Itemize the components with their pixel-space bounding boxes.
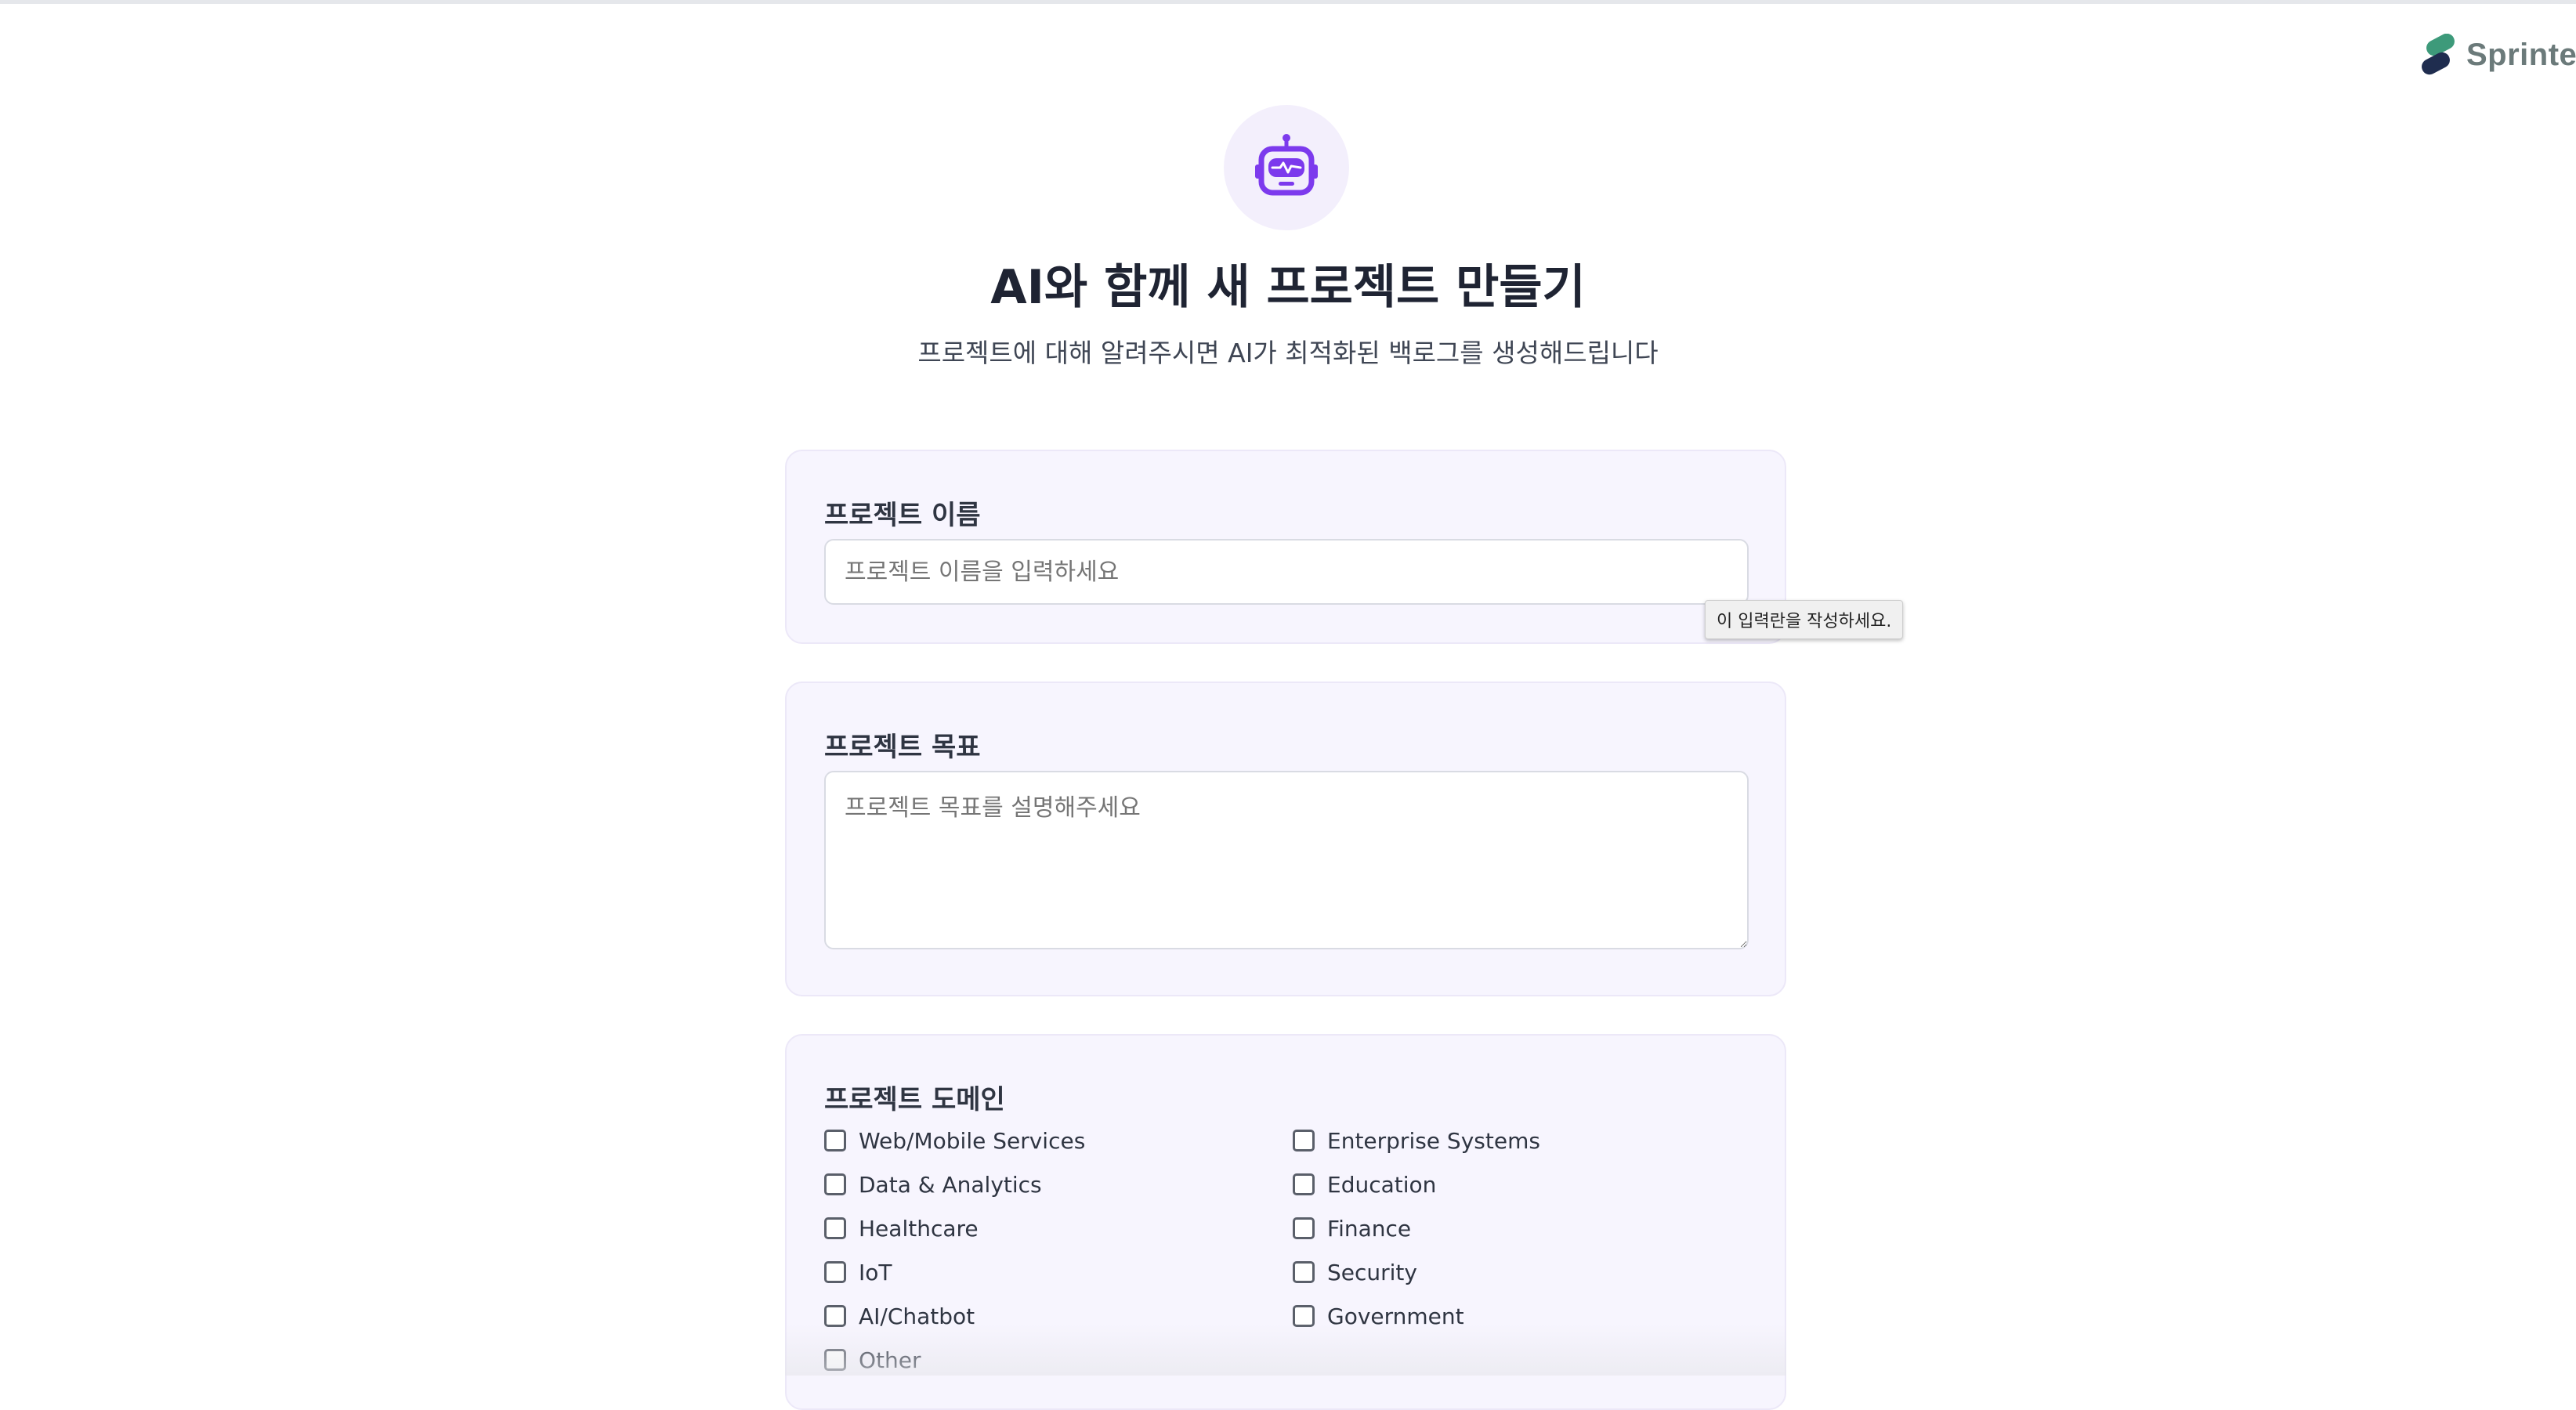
checkbox[interactable]	[1293, 1305, 1315, 1327]
domain-option-healthcare[interactable]: Healthcare	[824, 1213, 979, 1244]
project-goal-textarea[interactable]	[824, 771, 1749, 949]
project-name-input[interactable]	[824, 539, 1749, 605]
checkbox[interactable]	[1293, 1261, 1315, 1283]
domain-option-government[interactable]: Government	[1293, 1300, 1464, 1332]
checkbox[interactable]	[824, 1305, 846, 1327]
checkbox[interactable]	[1293, 1173, 1315, 1195]
domain-option-iot[interactable]: IoT	[824, 1256, 892, 1288]
checkbox[interactable]	[824, 1130, 846, 1152]
validation-tooltip: 이 입력란을 작성하세요.	[1705, 600, 1904, 639]
domain-option-security[interactable]: Security	[1293, 1256, 1417, 1288]
domain-option-other[interactable]: Other	[824, 1344, 921, 1376]
checkbox[interactable]	[1293, 1130, 1315, 1152]
project-goal-card: 프로젝트 목표	[785, 682, 1786, 996]
project-name-label: 프로젝트 이름	[824, 500, 981, 531]
top-border	[0, 0, 2576, 4]
page-title: AI와 함께 새 프로젝트 만들기	[990, 260, 1586, 315]
project-name-card: 프로젝트 이름	[785, 450, 1786, 644]
project-domain-card: 프로젝트 도메인 Web/Mobile Services Enterprise …	[785, 1034, 1786, 1410]
domain-option-web-mobile[interactable]: Web/Mobile Services	[824, 1125, 1085, 1156]
domain-option-enterprise[interactable]: Enterprise Systems	[1293, 1125, 1540, 1156]
domain-option-data-analytics[interactable]: Data & Analytics	[824, 1169, 1042, 1200]
project-domain-label: 프로젝트 도메인	[824, 1084, 1005, 1115]
domain-option-ai-chatbot[interactable]: AI/Chatbot	[824, 1300, 975, 1332]
checkbox[interactable]	[1293, 1217, 1315, 1239]
domain-option-finance[interactable]: Finance	[1293, 1213, 1411, 1244]
sprinter-logo-icon	[2422, 34, 2455, 75]
project-goal-label: 프로젝트 목표	[824, 732, 981, 763]
checkbox[interactable]	[824, 1349, 846, 1371]
page-subtitle: 프로젝트에 대해 알려주시면 AI가 최적화된 백로그를 생성해드립니다	[917, 338, 1659, 368]
checkbox[interactable]	[824, 1217, 846, 1239]
brand-logo[interactable]: Sprinter	[2418, 31, 2576, 78]
brand-name: Sprinter	[2466, 37, 2576, 72]
robot-icon	[1224, 105, 1349, 230]
domain-option-education[interactable]: Education	[1293, 1169, 1436, 1200]
checkbox[interactable]	[824, 1261, 846, 1283]
checkbox[interactable]	[824, 1173, 846, 1195]
